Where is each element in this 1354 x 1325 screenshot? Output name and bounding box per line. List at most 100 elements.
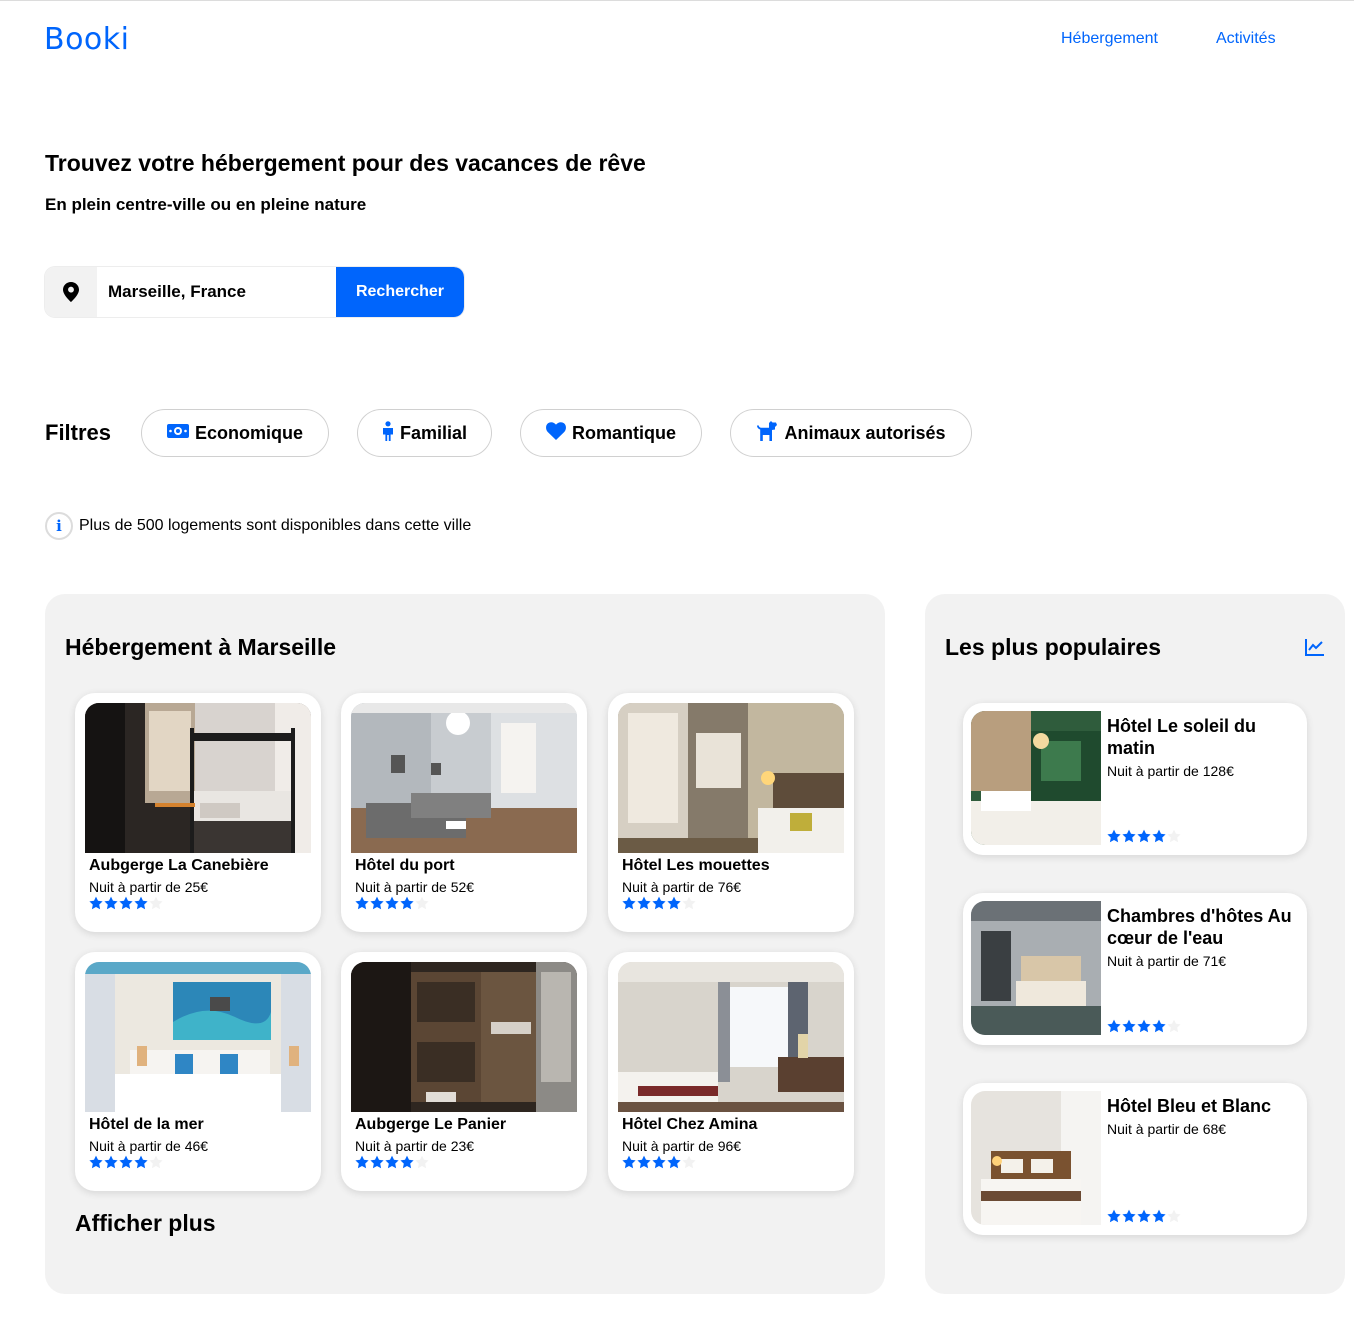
star-filled-icon (355, 1155, 369, 1169)
star-filled-icon (1137, 829, 1151, 843)
accommodation-name: Hôtel Chez Amina (622, 1116, 758, 1133)
accommodation-card[interactable]: Hôtel Les mouettes Nuit à partir de 76€ (608, 693, 854, 932)
guesthouse-room-photo (971, 901, 1101, 1035)
star-filled-icon (119, 896, 133, 910)
section-title: Les plus populaires (945, 634, 1161, 660)
star-filled-icon (1152, 1209, 1166, 1223)
search-button[interactable]: Rechercher (336, 267, 464, 317)
star-filled-icon (370, 896, 384, 910)
star-filled-icon (89, 1155, 103, 1169)
star-empty-icon (149, 1155, 163, 1169)
popular-card[interactable]: Chambres d'hôtes Au cœur de l'eau Nuit à… (963, 893, 1307, 1045)
accommodation-card[interactable]: Hôtel du port Nuit à partir de 52€ (341, 693, 587, 932)
rating-stars (618, 1155, 844, 1169)
accommodation-name: Aubgerge La Canebière (89, 857, 269, 874)
accommodation-price: Nuit à partir de 76€ (622, 879, 742, 895)
accommodations-section: Hébergement à Marseille Aubgerge La Cane… (45, 594, 885, 1294)
nav-link-hebergement[interactable]: Hébergement (1061, 30, 1158, 48)
accommodation-price: Nuit à partir de 46€ (89, 1138, 209, 1154)
star-empty-icon (1167, 1019, 1181, 1033)
popular-card[interactable]: Hôtel Le soleil du matin Nuit à partir d… (963, 703, 1307, 855)
twin-room-photo (351, 703, 577, 853)
accommodation-name: Hôtel du port (355, 857, 455, 874)
filter-animaux[interactable]: Animaux autorisés (731, 410, 971, 456)
accommodation-name: Hôtel Les mouettes (622, 857, 770, 874)
star-filled-icon (637, 1155, 651, 1169)
nav-link-activites[interactable]: Activités (1216, 30, 1276, 48)
filter-romantique[interactable]: Romantique (521, 410, 701, 456)
popular-price: Nuit à partir de 68€ (1107, 1121, 1227, 1137)
show-more-link[interactable]: Afficher plus (75, 1210, 216, 1237)
popular-name: Hôtel Le soleil du matin (1107, 716, 1257, 758)
accommodation-name: Aubgerge Le Panier (355, 1116, 507, 1133)
search-input[interactable]: Marseille, France (97, 267, 336, 317)
star-filled-icon (1107, 1209, 1121, 1223)
info-icon: i (45, 512, 73, 540)
rating-stars (1103, 829, 1181, 843)
filter-economique[interactable]: Economique (142, 410, 328, 456)
rating-stars (351, 1155, 577, 1169)
star-empty-icon (415, 896, 429, 910)
location-pin-icon (45, 267, 97, 317)
star-filled-icon (1122, 1209, 1136, 1223)
filters-label: Filtres (45, 420, 112, 445)
star-empty-icon (682, 1155, 696, 1169)
accommodation-price: Nuit à partir de 25€ (89, 879, 209, 895)
info-banner: i Plus de 500 logements sont disponibles… (45, 512, 471, 540)
filter-familial[interactable]: Familial (358, 410, 491, 456)
star-filled-icon (637, 896, 651, 910)
star-filled-icon (1152, 1019, 1166, 1033)
star-filled-icon (385, 896, 399, 910)
star-filled-icon (622, 896, 636, 910)
dog-icon (756, 420, 778, 446)
star-filled-icon (400, 1155, 414, 1169)
star-empty-icon (682, 896, 696, 910)
star-filled-icon (104, 896, 118, 910)
page-subtitle: En plein centre-ville ou en pleine natur… (45, 195, 367, 214)
star-empty-icon (1167, 1209, 1181, 1223)
star-filled-icon (1107, 829, 1121, 843)
popular-section: Les plus populaires Hôtel Le soleil du m… (925, 594, 1345, 1294)
star-filled-icon (1137, 1209, 1151, 1223)
star-filled-icon (1137, 1019, 1151, 1033)
star-filled-icon (1107, 1019, 1121, 1033)
star-filled-icon (652, 1155, 666, 1169)
accommodation-price: Nuit à partir de 23€ (355, 1138, 475, 1154)
accommodation-card[interactable]: Hôtel de la mer Nuit à partir de 46€ (75, 952, 321, 1191)
rating-stars (1103, 1209, 1181, 1223)
star-filled-icon (1152, 829, 1166, 843)
star-filled-icon (89, 896, 103, 910)
mirror-bedroom-photo (618, 703, 844, 853)
accommodation-card[interactable]: Aubgerge La Canebière Nuit à partir de 2… (75, 693, 321, 932)
heart-icon (546, 421, 566, 445)
search-bar: Marseille, France Rechercher (45, 267, 464, 317)
accommodation-price: Nuit à partir de 96€ (622, 1138, 742, 1154)
accommodation-card[interactable]: Hôtel Chez Amina Nuit à partir de 96€ (608, 952, 854, 1191)
star-filled-icon (667, 896, 681, 910)
star-filled-icon (385, 1155, 399, 1169)
star-empty-icon (149, 896, 163, 910)
top-divider (0, 0, 1354, 1)
money-icon (166, 423, 189, 444)
child-icon (382, 420, 394, 446)
booki-logo[interactable]: Booki (44, 22, 130, 57)
filter-label: Economique (194, 422, 303, 443)
filter-label: Romantique (571, 422, 676, 443)
hostel-bunk-room-photo (85, 703, 311, 853)
page-title: Trouvez votre hébergement pour des vacan… (45, 150, 646, 176)
sea-painting-room-photo (85, 962, 311, 1112)
accommodation-card[interactable]: Aubgerge Le Panier Nuit à partir de 23€ (341, 952, 587, 1191)
popular-name: Chambres d'hôtes Au cœur de l'eau (1107, 906, 1292, 948)
rating-stars (618, 896, 844, 910)
star-filled-icon (134, 1155, 148, 1169)
star-empty-icon (1167, 829, 1181, 843)
popular-name: Hôtel Bleu et Blanc (1107, 1096, 1272, 1116)
star-filled-icon (652, 896, 666, 910)
popular-price: Nuit à partir de 71€ (1107, 953, 1227, 969)
star-filled-icon (104, 1155, 118, 1169)
popular-card[interactable]: Hôtel Bleu et Blanc Nuit à partir de 68€ (963, 1083, 1307, 1235)
star-filled-icon (622, 1155, 636, 1169)
section-title: Hébergement à Marseille (65, 634, 337, 660)
trend-chart-icon (1305, 638, 1325, 660)
popular-price: Nuit à partir de 128€ (1107, 763, 1234, 779)
